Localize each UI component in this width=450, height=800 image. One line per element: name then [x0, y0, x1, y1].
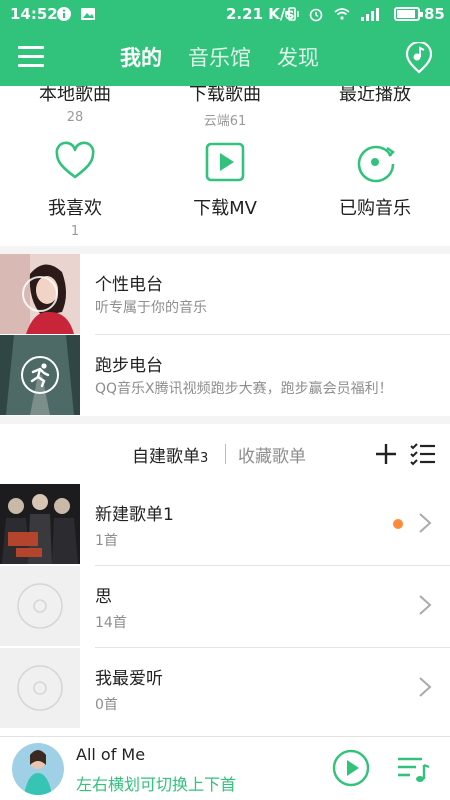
chevron-right-icon — [419, 595, 432, 615]
menu-icon[interactable] — [18, 46, 44, 68]
tab-collected-playlists[interactable]: 收藏歌单 — [238, 442, 306, 467]
purchased-music-entry[interactable]: 已购音乐 — [300, 140, 450, 220]
manage-playlist-icon[interactable] — [410, 442, 436, 466]
app-bar: 我的 音乐馆 发现 — [0, 30, 450, 86]
play-icon[interactable] — [332, 749, 370, 787]
running-radio-item[interactable]: 跑步电台 QQ音乐X腾讯视频跑步大赛，跑步赢会员福利！ — [0, 335, 450, 416]
playlist-name: 思 — [95, 587, 112, 607]
tab-discover[interactable]: 发现 — [277, 42, 319, 72]
downloaded-songs-entry[interactable]: 下载歌曲 云端61 — [150, 86, 300, 129]
running-radio-title: 跑步电台 — [95, 356, 163, 376]
now-playing-icon[interactable] — [404, 42, 434, 74]
tab-divider — [225, 444, 226, 464]
video-play-icon — [205, 142, 245, 182]
playlist-queue-icon[interactable] — [396, 753, 430, 785]
recent-play-entry[interactable]: 最近播放 — [300, 86, 450, 106]
playlist-section: 自建歌单3 收藏歌单 新建歌单1 1首 思 14首 我最爱听 0首 — [0, 424, 450, 736]
playlist-item[interactable]: 思 14首 — [0, 566, 450, 648]
alarm-icon — [309, 8, 323, 22]
created-playlists-count: 3 — [200, 451, 209, 466]
tab-music-hall[interactable]: 音乐馆 — [188, 42, 251, 72]
download-mv-label: 下载MV — [193, 198, 257, 219]
playlist-cover — [0, 566, 80, 646]
personal-radio-title: 个性电台 — [95, 275, 163, 295]
playlist-tabs: 自建歌单3 收藏歌单 — [0, 424, 450, 484]
local-songs-label: 本地歌曲 — [39, 86, 111, 105]
running-radio-desc: QQ音乐X腾讯视频跑步大赛，跑步赢会员福利！ — [95, 381, 393, 397]
chevron-right-icon — [419, 677, 432, 697]
status-bar: 14:52 2.21 K/s 85 — [0, 0, 450, 30]
purchased-music-label: 已购音乐 — [339, 198, 411, 219]
wifi-icon — [334, 8, 350, 20]
now-playing-title: All of Me — [76, 745, 146, 764]
add-playlist-icon[interactable] — [374, 442, 398, 466]
playlist-count: 1首 — [95, 533, 118, 549]
vibrate-icon — [285, 7, 299, 21]
chevron-right-icon — [419, 513, 432, 533]
recent-play-label: 最近播放 — [339, 86, 411, 105]
quick-access-card: 本地歌曲 28 下载歌曲 云端61 最近播放 我喜欢 1 下载MV 已购音乐 — [0, 86, 450, 246]
download-mv-entry[interactable]: 下载MV — [150, 140, 300, 220]
local-songs-entry[interactable]: 本地歌曲 28 — [0, 86, 150, 125]
personal-radio-cover — [0, 254, 80, 334]
now-playing-cover[interactable] — [12, 743, 64, 795]
signal-icon — [361, 8, 379, 21]
playlist-cover — [0, 648, 80, 728]
battery-icon — [394, 7, 423, 21]
playlist-count: 14首 — [95, 615, 127, 631]
playlist-cover — [0, 484, 80, 564]
image-icon — [81, 8, 95, 20]
local-songs-count: 28 — [66, 110, 84, 125]
personal-radio-desc: 听专属于你的音乐 — [95, 300, 207, 316]
status-time: 14:52 — [10, 5, 58, 23]
heart-icon — [55, 141, 95, 179]
top-tabs: 我的 音乐馆 发现 — [120, 42, 319, 72]
mini-player[interactable]: All of Me 左右横划可切换上下首 — [0, 736, 450, 800]
purchased-disc-icon — [357, 145, 395, 183]
radio-section: 个性电台 听专属于你的音乐 跑步电台 QQ音乐X腾讯视频跑步大赛，跑步赢会员福利… — [0, 254, 450, 416]
favorites-count: 1 — [70, 224, 80, 239]
update-dot — [393, 519, 403, 529]
running-radio-cover — [0, 335, 80, 415]
playlist-name: 我最爱听 — [95, 669, 163, 689]
tab-mine[interactable]: 我的 — [120, 42, 162, 72]
favorites-label: 我喜欢 — [48, 198, 102, 219]
downloaded-songs-label: 下载歌曲 — [189, 86, 261, 105]
playlist-item[interactable]: 我最爱听 0首 — [0, 648, 450, 730]
playlist-count: 0首 — [95, 697, 118, 713]
swipe-hint: 左右横划可切换上下首 — [76, 775, 237, 794]
tab-created-playlists[interactable]: 自建歌单3 — [132, 442, 208, 467]
playlist-item[interactable]: 新建歌单1 1首 — [0, 484, 450, 566]
favorites-entry[interactable]: 我喜欢 1 — [0, 140, 150, 239]
battery-level: 85 — [424, 5, 445, 23]
main-content: 本地歌曲 28 下载歌曲 云端61 最近播放 我喜欢 1 下载MV 已购音乐 个… — [0, 86, 450, 736]
playlist-name: 新建歌单1 — [95, 505, 174, 525]
info-icon — [57, 7, 71, 21]
created-playlists-label: 自建歌单 — [132, 447, 200, 467]
personal-radio-item[interactable]: 个性电台 听专属于你的音乐 — [0, 254, 450, 335]
downloaded-songs-count: 云端61 — [203, 114, 247, 129]
